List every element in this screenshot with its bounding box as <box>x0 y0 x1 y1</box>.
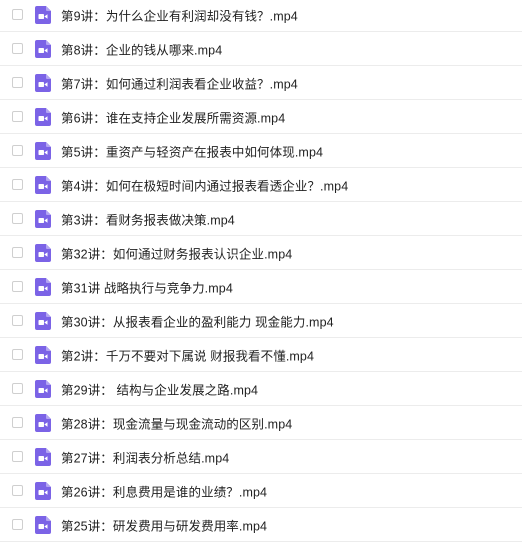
file-name[interactable]: 第25讲：研发费用与研发费用率.mp4 <box>61 515 267 534</box>
row-checkbox[interactable] <box>12 246 23 258</box>
file-row[interactable]: 第27讲：利润表分析总结.mp4 <box>0 440 522 474</box>
video-file-icon <box>35 5 51 24</box>
file-row[interactable]: 第2讲：千万不要对下属说 财报我看不懂.mp4 <box>0 338 522 372</box>
file-name[interactable]: 第6讲：谁在支持企业发展所需资源.mp4 <box>61 107 285 126</box>
video-file-icon <box>35 39 51 58</box>
file-row[interactable]: 第7讲：如何通过利润表看企业收益？.mp4 <box>0 66 522 100</box>
file-name[interactable]: 第28讲：现金流量与现金流动的区别.mp4 <box>61 413 292 432</box>
file-name[interactable]: 第27讲：利润表分析总结.mp4 <box>61 447 229 466</box>
file-row[interactable]: 第6讲：谁在支持企业发展所需资源.mp4 <box>0 100 522 134</box>
video-file-icon <box>35 277 51 296</box>
row-checkbox[interactable] <box>12 382 23 394</box>
video-file-icon <box>35 107 51 126</box>
file-name[interactable]: 第8讲：企业的钱从哪来.mp4 <box>61 39 222 58</box>
file-row[interactable]: 第31讲 战略执行与竞争力.mp4 <box>0 270 522 304</box>
row-checkbox[interactable] <box>12 212 23 224</box>
video-file-icon <box>35 413 51 432</box>
row-checkbox[interactable] <box>12 348 23 360</box>
file-name[interactable]: 第31讲 战略执行与竞争力.mp4 <box>61 277 233 296</box>
file-name[interactable]: 第9讲：为什么企业有利润却没有钱？.mp4 <box>61 5 298 24</box>
video-file-icon <box>35 243 51 262</box>
file-row[interactable]: 第5讲：重资产与轻资产在报表中如何体现.mp4 <box>0 134 522 168</box>
file-name[interactable]: 第26讲：利息费用是谁的业绩？.mp4 <box>61 481 267 500</box>
file-row[interactable]: 第8讲：企业的钱从哪来.mp4 <box>0 32 522 66</box>
file-row[interactable]: 第4讲：如何在极短时间内通过报表看透企业？.mp4 <box>0 168 522 202</box>
row-checkbox[interactable] <box>12 314 23 326</box>
file-row[interactable]: 第26讲：利息费用是谁的业绩？.mp4 <box>0 474 522 508</box>
video-file-icon <box>35 311 51 330</box>
row-checkbox[interactable] <box>12 178 23 190</box>
file-name[interactable]: 第4讲：如何在极短时间内通过报表看透企业？.mp4 <box>61 175 348 194</box>
row-checkbox[interactable] <box>12 144 23 156</box>
row-checkbox[interactable] <box>12 110 23 122</box>
video-file-icon <box>35 175 51 194</box>
video-file-icon <box>35 515 51 534</box>
file-name[interactable]: 第29讲： 结构与企业发展之路.mp4 <box>61 379 258 398</box>
file-row[interactable]: 第9讲：为什么企业有利润却没有钱？.mp4 <box>0 0 522 32</box>
file-name[interactable]: 第5讲：重资产与轻资产在报表中如何体现.mp4 <box>61 141 323 160</box>
row-checkbox[interactable] <box>12 42 23 54</box>
row-checkbox[interactable] <box>12 8 23 20</box>
video-file-icon <box>35 379 51 398</box>
file-name[interactable]: 第3讲：看财务报表做决策.mp4 <box>61 209 235 228</box>
video-file-icon <box>35 481 51 500</box>
file-name[interactable]: 第30讲：从报表看企业的盈利能力 现金能力.mp4 <box>61 311 334 330</box>
file-row[interactable]: 第3讲：看财务报表做决策.mp4 <box>0 202 522 236</box>
video-file-icon <box>35 209 51 228</box>
file-row[interactable]: 第30讲：从报表看企业的盈利能力 现金能力.mp4 <box>0 304 522 338</box>
row-checkbox[interactable] <box>12 450 23 462</box>
row-checkbox[interactable] <box>12 280 23 292</box>
file-row[interactable]: 第29讲： 结构与企业发展之路.mp4 <box>0 372 522 406</box>
row-checkbox[interactable] <box>12 484 23 496</box>
file-row[interactable]: 第32讲：如何通过财务报表认识企业.mp4 <box>0 236 522 270</box>
row-checkbox[interactable] <box>12 76 23 88</box>
video-file-icon <box>35 141 51 160</box>
file-name[interactable]: 第7讲：如何通过利润表看企业收益？.mp4 <box>61 73 298 92</box>
file-name[interactable]: 第2讲：千万不要对下属说 财报我看不懂.mp4 <box>61 345 314 364</box>
video-file-icon <box>35 345 51 364</box>
file-list: 第9讲：为什么企业有利润却没有钱？.mp4 第8讲：企业的钱从哪来.mp4 第7讲：… <box>0 0 522 542</box>
file-row[interactable]: 第25讲：研发费用与研发费用率.mp4 <box>0 508 522 542</box>
video-file-icon <box>35 73 51 92</box>
file-row[interactable]: 第28讲：现金流量与现金流动的区别.mp4 <box>0 406 522 440</box>
video-file-icon <box>35 447 51 466</box>
file-name[interactable]: 第32讲：如何通过财务报表认识企业.mp4 <box>61 243 292 262</box>
row-checkbox[interactable] <box>12 518 23 530</box>
row-checkbox[interactable] <box>12 416 23 428</box>
